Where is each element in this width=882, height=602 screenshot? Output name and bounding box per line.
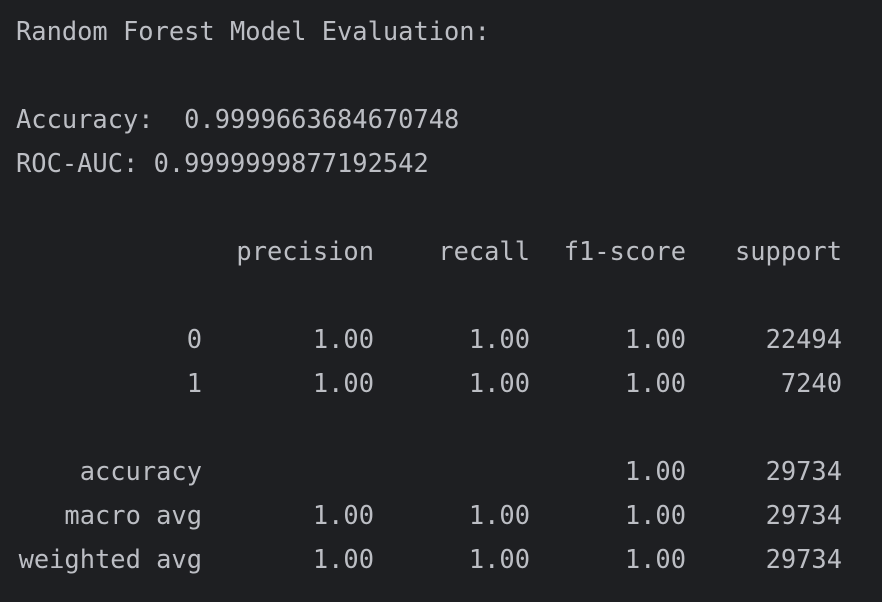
table-row: 0 1.00 1.00 1.00 22494: [0, 317, 882, 361]
table-row-weighted-avg: weighted avg 1.00 1.00 1.00 29734: [0, 537, 882, 581]
row-recall: 1.00: [468, 544, 530, 574]
accuracy-line: Accuracy: 0.9999663684670748: [16, 104, 460, 134]
roc-auc-line: ROC-AUC: 0.9999999877192542: [16, 148, 429, 178]
row-recall: 1.00: [468, 368, 530, 398]
row-precision: 1.00: [312, 500, 374, 530]
row-support: 29734: [765, 500, 842, 530]
row-f1-score: 1.00: [624, 456, 686, 486]
row-precision: 1.00: [312, 544, 374, 574]
row-label: weighted avg: [18, 544, 202, 574]
header-f1-score: f1-score: [563, 236, 686, 266]
row-f1-score: 1.00: [624, 324, 686, 354]
row-label: macro avg: [64, 500, 202, 530]
report-header-row: precision recall f1-score support: [0, 229, 882, 273]
row-support: 22494: [765, 324, 842, 354]
table-row-accuracy: accuracy 1.00 29734: [0, 449, 882, 493]
row-support: 29734: [765, 456, 842, 486]
row-recall: 1.00: [468, 324, 530, 354]
row-f1-score: 1.00: [624, 544, 686, 574]
row-label: accuracy: [79, 456, 202, 486]
row-precision: 1.00: [312, 324, 374, 354]
table-row-macro-avg: macro avg 1.00 1.00 1.00 29734: [0, 493, 882, 537]
header-recall: recall: [438, 236, 530, 266]
row-label: 0: [186, 324, 202, 354]
row-recall: 1.00: [468, 500, 530, 530]
console-output: Random Forest Model Evaluation: Accuracy…: [0, 0, 882, 602]
row-label: 1: [186, 368, 202, 398]
table-row: 1 1.00 1.00 1.00 7240: [0, 361, 882, 405]
header-support: support: [734, 236, 842, 266]
row-precision: 1.00: [312, 368, 374, 398]
row-f1-score: 1.00: [624, 368, 686, 398]
header-precision: precision: [236, 236, 374, 266]
evaluation-title: Random Forest Model Evaluation:: [16, 16, 490, 46]
row-support: 29734: [765, 544, 842, 574]
row-support: 7240: [780, 368, 842, 398]
row-f1-score: 1.00: [624, 500, 686, 530]
